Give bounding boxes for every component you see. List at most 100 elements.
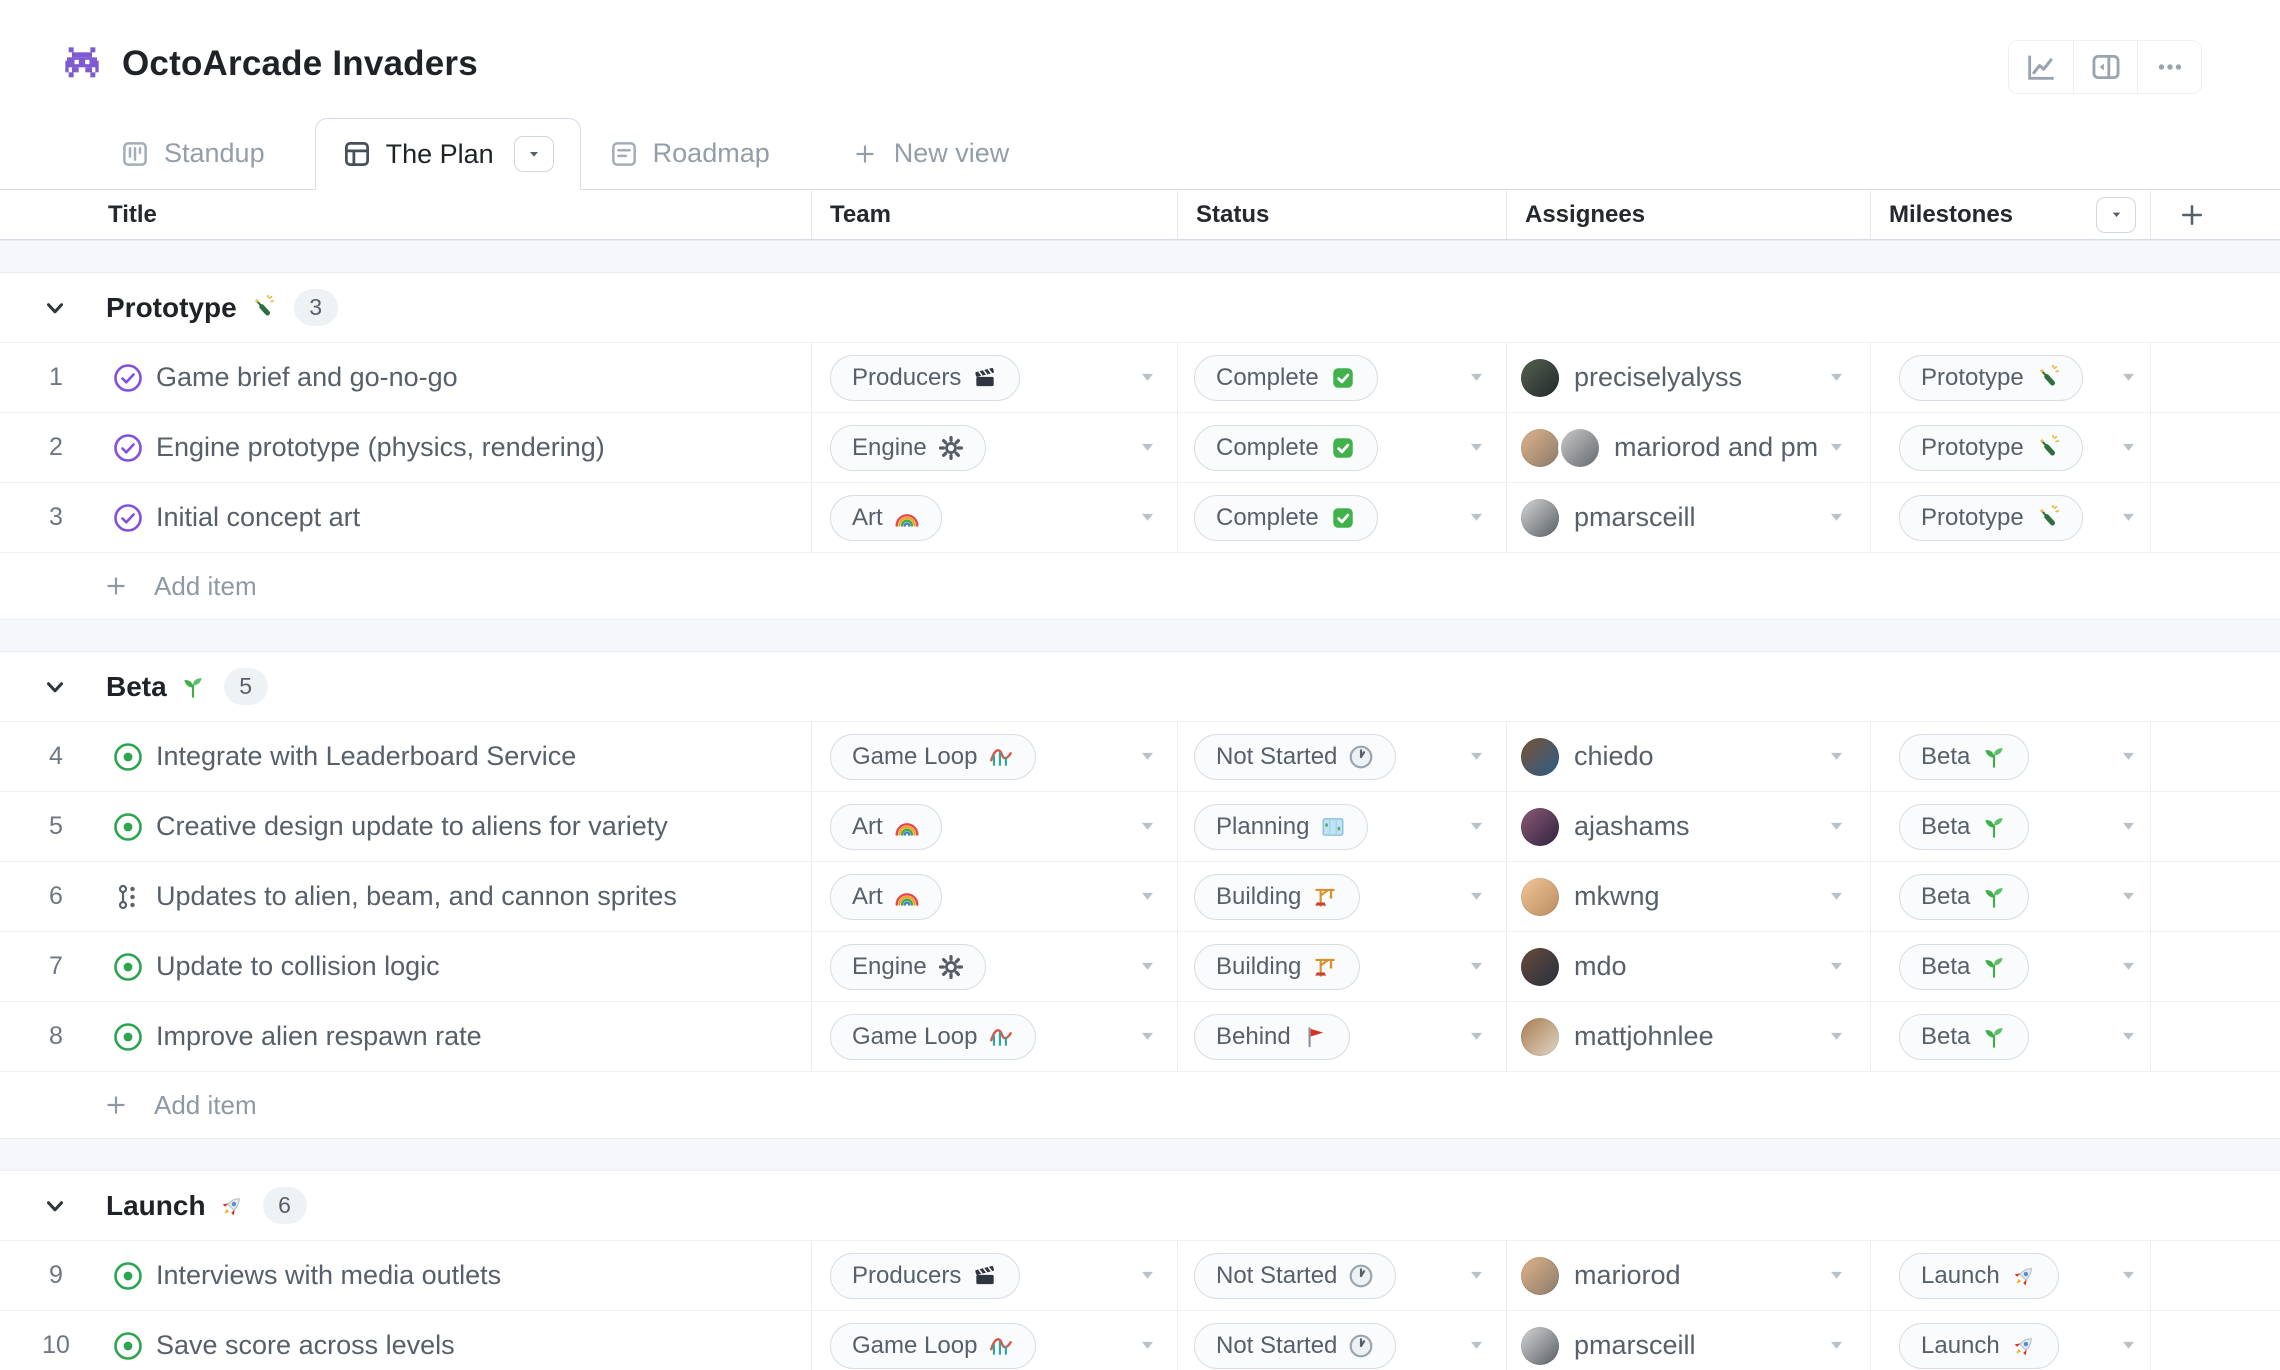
- rainbow-icon: [894, 814, 920, 840]
- side-panel-icon[interactable]: [2073, 41, 2137, 93]
- assignees-cell[interactable]: mkwng: [1506, 862, 1870, 931]
- milestone-label: Prototype: [1921, 504, 2024, 532]
- assignees-cell[interactable]: pmarsceill: [1506, 483, 1870, 552]
- column-menu-caret-icon[interactable]: [2096, 197, 2136, 233]
- world-map-icon: [1320, 814, 1346, 840]
- new-view-button[interactable]: New view: [824, 118, 1038, 189]
- assignees-cell[interactable]: mdo: [1506, 932, 1870, 1001]
- item-title[interactable]: Update to collision logic: [156, 951, 440, 982]
- item-title[interactable]: Integrate with Leaderboard Service: [156, 741, 576, 772]
- status-cell[interactable]: Not Started: [1177, 1311, 1506, 1370]
- section-collapse-button[interactable]: [40, 1191, 70, 1221]
- status-cell[interactable]: Building: [1177, 932, 1506, 1001]
- dropdown-caret-icon: [2121, 961, 2136, 972]
- team-cell[interactable]: Art: [811, 792, 1177, 861]
- dropdown-caret-icon: [1829, 1031, 1844, 1042]
- status-cell[interactable]: Complete: [1177, 343, 1506, 412]
- status-cell[interactable]: Planning: [1177, 792, 1506, 861]
- ellipsis-icon[interactable]: [2137, 41, 2201, 93]
- add-column-button[interactable]: [2150, 190, 2280, 239]
- milestone-cell[interactable]: Beta: [1870, 862, 2150, 931]
- column-header-status[interactable]: Status: [1177, 190, 1506, 239]
- milestone-cell[interactable]: Beta: [1870, 792, 2150, 861]
- team-cell[interactable]: Game Loop: [811, 1002, 1177, 1071]
- assignee-name: mkwng: [1574, 881, 1660, 912]
- view-tabs: Standup The Plan Roadmap: [0, 118, 2280, 190]
- page-title: OctoArcade Invaders: [122, 44, 478, 84]
- column-header-assignees[interactable]: Assignees: [1506, 190, 1870, 239]
- column-header-team[interactable]: Team: [811, 190, 1177, 239]
- tab-menu-caret-icon[interactable]: [514, 136, 554, 172]
- assignees-cell[interactable]: mariorod: [1506, 1241, 1870, 1310]
- milestone-cell[interactable]: Prototype: [1870, 483, 2150, 552]
- column-header-title[interactable]: Title: [0, 190, 811, 239]
- section-collapse-button[interactable]: [40, 672, 70, 702]
- column-header-milestones[interactable]: Milestones: [1870, 190, 2150, 239]
- dropdown-caret-icon: [1469, 442, 1484, 453]
- issue-open-icon: [112, 741, 144, 773]
- add-item-button[interactable]: Add item: [0, 553, 2280, 619]
- avatar: [1521, 429, 1559, 467]
- milestone-pill: Beta: [1899, 734, 2029, 780]
- milestone-cell[interactable]: Launch: [1870, 1241, 2150, 1310]
- team-cell[interactable]: Engine: [811, 413, 1177, 482]
- assignees-cell[interactable]: mattjohnlee: [1506, 1002, 1870, 1071]
- team-cell[interactable]: Producers: [811, 1241, 1177, 1310]
- milestone-cell[interactable]: Prototype: [1870, 343, 2150, 412]
- item-title[interactable]: Updates to alien, beam, and cannon sprit…: [156, 881, 677, 912]
- avatar: [1521, 1327, 1559, 1365]
- issue-open-icon: [112, 951, 144, 983]
- item-title[interactable]: Creative design update to aliens for var…: [156, 811, 668, 842]
- milestone-cell[interactable]: Beta: [1870, 932, 2150, 1001]
- team-cell[interactable]: Game Loop: [811, 1311, 1177, 1370]
- tab-the-plan[interactable]: The Plan: [315, 118, 581, 190]
- tab-standup[interactable]: Standup: [92, 118, 293, 189]
- item-title[interactable]: Game brief and go-no-go: [156, 362, 458, 393]
- section-collapse-button[interactable]: [40, 293, 70, 323]
- milestone-pill: Launch: [1899, 1253, 2059, 1299]
- item-title[interactable]: Engine prototype (physics, rendering): [156, 432, 605, 463]
- tab-roadmap[interactable]: Roadmap: [581, 118, 798, 189]
- add-item-button[interactable]: Add item: [0, 1072, 2280, 1138]
- item-title[interactable]: Initial concept art: [156, 502, 360, 533]
- status-cell[interactable]: Complete: [1177, 483, 1506, 552]
- status-cell[interactable]: Building: [1177, 862, 1506, 931]
- team-cell[interactable]: Game Loop: [811, 722, 1177, 791]
- check-mark-button-icon: [1330, 365, 1356, 391]
- item-title[interactable]: Save score across levels: [156, 1330, 455, 1361]
- status-cell[interactable]: Not Started: [1177, 722, 1506, 791]
- assignees-cell[interactable]: ajashams: [1506, 792, 1870, 861]
- team-cell[interactable]: Engine: [811, 932, 1177, 1001]
- team-cell[interactable]: Art: [811, 483, 1177, 552]
- dropdown-caret-icon: [1829, 442, 1844, 453]
- milestone-cell[interactable]: Prototype: [1870, 413, 2150, 482]
- dropdown-caret-icon: [1469, 512, 1484, 523]
- issue-open-icon: [112, 1330, 144, 1362]
- item-title[interactable]: Interviews with media outlets: [156, 1260, 501, 1291]
- avatar: [1521, 948, 1559, 986]
- milestone-cell[interactable]: Launch: [1870, 1311, 2150, 1370]
- project-header: OctoArcade Invaders: [0, 0, 2280, 118]
- assignees-cell[interactable]: mariorod and pm: [1506, 413, 1870, 482]
- insights-chart-icon[interactable]: [2009, 41, 2073, 93]
- section-header: Launch 6: [0, 1171, 2280, 1241]
- dropdown-caret-icon: [1140, 961, 1155, 972]
- team-cell[interactable]: Producers: [811, 343, 1177, 412]
- champagne-icon: [2035, 435, 2061, 461]
- item-title[interactable]: Improve alien respawn rate: [156, 1021, 482, 1052]
- dropdown-caret-icon: [2121, 442, 2136, 453]
- status-cell[interactable]: Not Started: [1177, 1241, 1506, 1310]
- issue-open-icon: [112, 811, 144, 843]
- dropdown-caret-icon: [1140, 442, 1155, 453]
- milestone-cell[interactable]: Beta: [1870, 1002, 2150, 1071]
- dropdown-caret-icon: [1140, 751, 1155, 762]
- assignees-cell[interactable]: chiedo: [1506, 722, 1870, 791]
- status-cell[interactable]: Behind: [1177, 1002, 1506, 1071]
- assignees-cell[interactable]: pmarsceill: [1506, 1311, 1870, 1370]
- status-cell[interactable]: Complete: [1177, 413, 1506, 482]
- assignees-cell[interactable]: preciselyalyss: [1506, 343, 1870, 412]
- section-count-badge: 5: [224, 668, 268, 705]
- milestone-pill: Beta: [1899, 804, 2029, 850]
- team-cell[interactable]: Art: [811, 862, 1177, 931]
- milestone-cell[interactable]: Beta: [1870, 722, 2150, 791]
